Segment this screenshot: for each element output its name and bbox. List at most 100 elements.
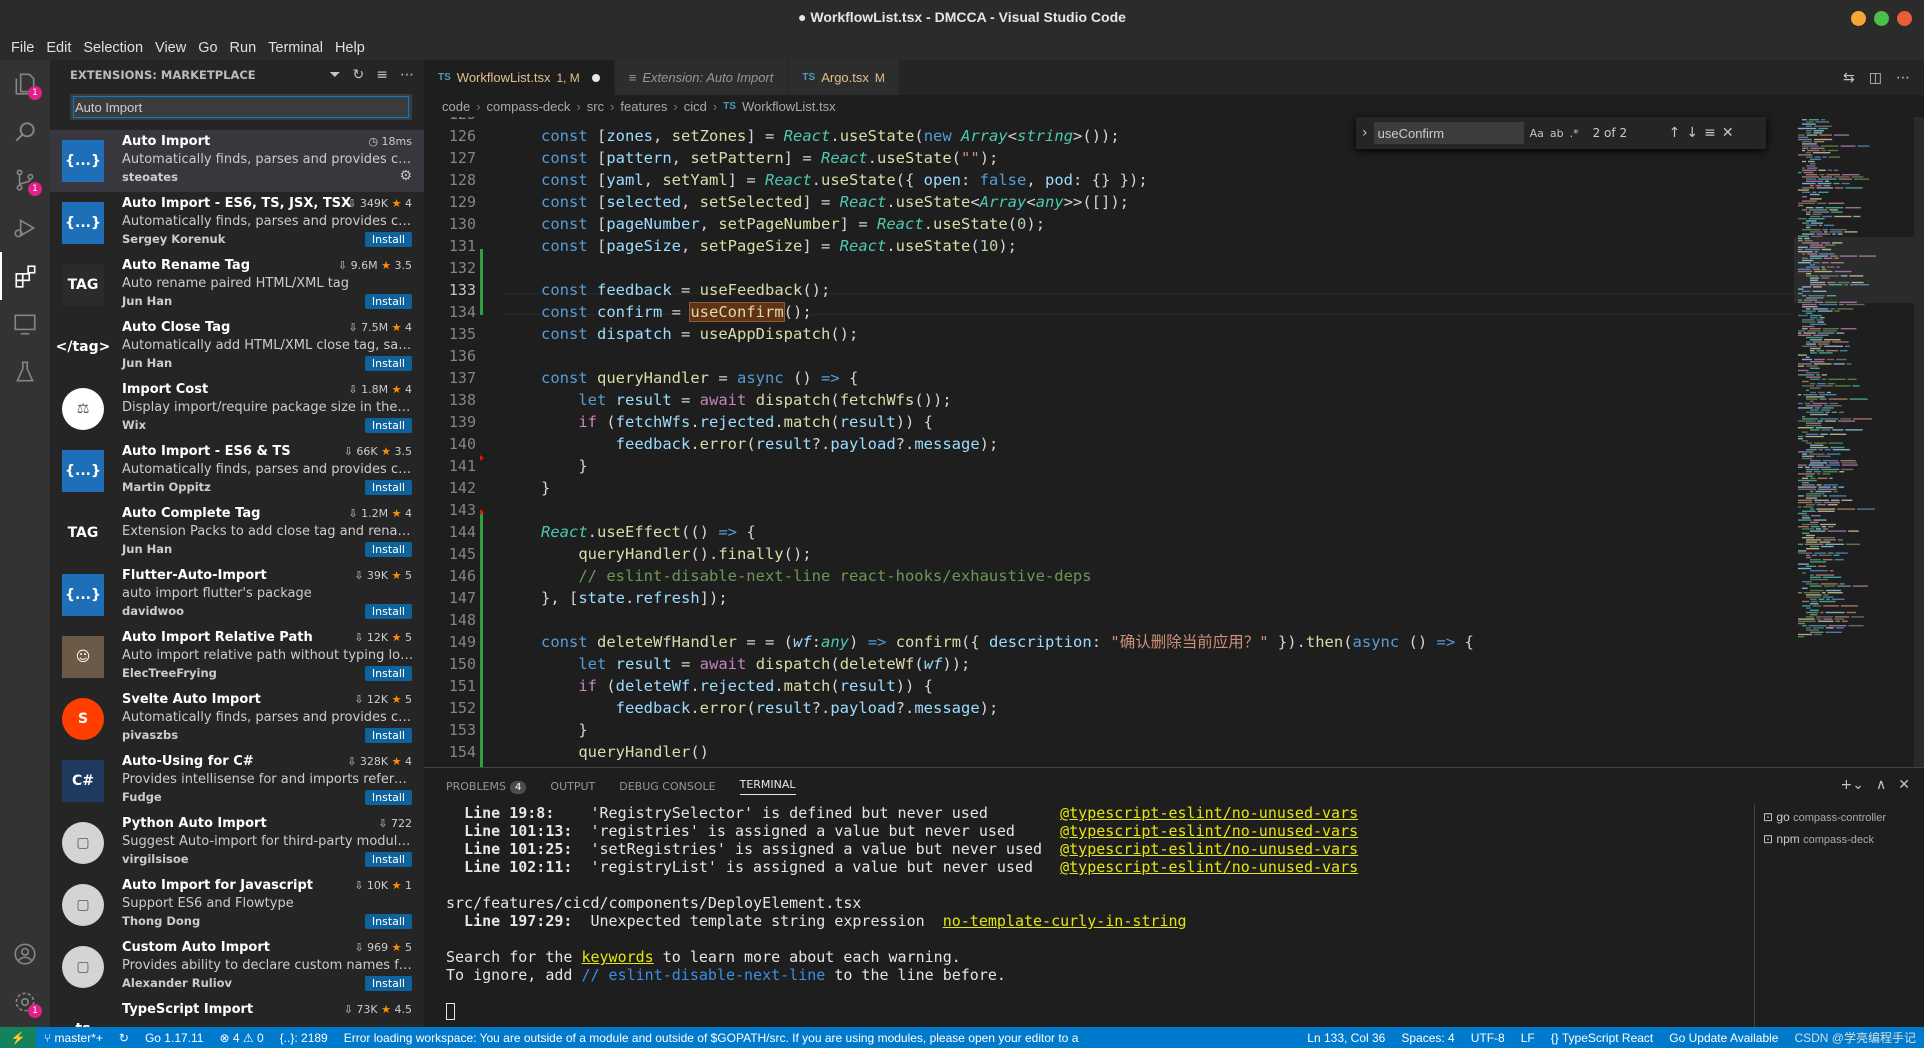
install-button[interactable]: Install	[364, 294, 412, 309]
extension-item[interactable]: </tag> Auto Close Tag Automatically add HT…	[50, 316, 424, 378]
brace-count[interactable]: {..}: 2189	[272, 1031, 336, 1045]
toggle-replace-icon[interactable]: ›	[1362, 125, 1368, 141]
install-button[interactable]: Install	[364, 542, 412, 557]
menu-file[interactable]: File	[6, 40, 39, 56]
install-button[interactable]: Install	[364, 418, 412, 433]
rule-link[interactable]: @typescript-eslint/no-unused-vars	[1060, 858, 1358, 876]
tab-extension-auto-import[interactable]: ≡ Extension: Auto Import	[614, 60, 789, 95]
maximize-button[interactable]	[1874, 11, 1889, 26]
regex-toggle[interactable]: .*	[1570, 127, 1579, 140]
extension-item[interactable]: {...} Auto Import - ES6 & TS Automatically…	[50, 440, 424, 502]
install-button[interactable]: Install	[364, 976, 412, 991]
new-terminal-icon[interactable]: +⌄	[1841, 777, 1864, 793]
extensions-button[interactable]	[0, 252, 50, 300]
find-input[interactable]	[1373, 122, 1524, 144]
language-mode[interactable]: {} TypeScript React	[1543, 1031, 1662, 1045]
extension-item[interactable]: TAG Auto Rename Tag Auto rename paired HTM…	[50, 254, 424, 316]
editor-scrollbar[interactable]	[1914, 117, 1924, 767]
menu-view[interactable]: View	[150, 40, 191, 56]
close-icon[interactable]: ✕	[1722, 125, 1734, 141]
gear-icon[interactable]: ⚙	[399, 168, 412, 184]
whole-word-toggle[interactable]: ab	[1550, 127, 1564, 140]
code-editor[interactable]: 125 126 127 128 129 130 131 132 133 134 135 136 137 1…	[424, 117, 1794, 767]
extension-item[interactable]: ☺ Auto Import Relative Path Auto import re…	[50, 626, 424, 688]
rule-link[interactable]: @typescript-eslint/no-unused-vars	[1060, 804, 1358, 822]
remote-explorer-button[interactable]	[0, 300, 50, 348]
extension-item[interactable]: {...} Auto Import - ES6, TS, JSX, TSX Auto…	[50, 192, 424, 254]
menu-help[interactable]: Help	[330, 40, 370, 56]
sync-icon[interactable]: ↻	[111, 1031, 137, 1045]
breadcrumb-item[interactable]: compass-deck	[487, 99, 571, 114]
tab-argo[interactable]: TS Argo.tsx M	[788, 60, 900, 95]
filter-icon[interactable]: ⏷	[329, 67, 340, 83]
more-actions-icon[interactable]: ⋯	[1896, 70, 1910, 86]
tab-debug-console[interactable]: DEBUG CONSOLE	[619, 780, 715, 793]
install-button[interactable]: Install	[364, 480, 412, 495]
breadcrumb-item[interactable]: features	[620, 99, 667, 114]
minimap[interactable]	[1794, 117, 1914, 767]
rule-link[interactable]: @typescript-eslint/no-unused-vars	[1060, 822, 1358, 840]
install-button[interactable]: Install	[364, 728, 412, 743]
go-update[interactable]: Go Update Available	[1661, 1031, 1786, 1045]
close-button[interactable]	[1897, 11, 1912, 26]
menu-selection[interactable]: Selection	[78, 40, 148, 56]
install-button[interactable]: Install	[364, 356, 412, 371]
tab-problems[interactable]: PROBLEMS 4	[446, 780, 527, 794]
compare-icon[interactable]: ⇆	[1843, 70, 1855, 86]
install-button[interactable]: Install	[364, 232, 412, 247]
encoding[interactable]: UTF-8	[1463, 1031, 1513, 1045]
menu-run[interactable]: Run	[225, 40, 262, 56]
tab-output[interactable]: OUTPUT	[550, 780, 595, 793]
accounts-button[interactable]	[0, 930, 50, 978]
testing-button[interactable]	[0, 348, 50, 396]
extension-item[interactable]: ▢ Custom Auto Import Provides ability to d…	[50, 936, 424, 998]
find-in-selection-icon[interactable]: ≡	[1704, 125, 1716, 141]
rule-link[interactable]: @typescript-eslint/no-unused-vars	[1060, 840, 1358, 858]
minimize-button[interactable]	[1851, 11, 1866, 26]
menu-go[interactable]: Go	[193, 40, 222, 56]
split-editor-icon[interactable]: ◫	[1869, 70, 1882, 86]
install-button[interactable]: Install	[364, 914, 412, 929]
git-branch[interactable]: ⑂ master*+	[36, 1031, 111, 1045]
menu-terminal[interactable]: Terminal	[263, 40, 328, 56]
extension-search-input[interactable]	[73, 96, 409, 118]
breadcrumb-item[interactable]: WorkflowList.tsx	[742, 99, 836, 114]
match-case-toggle[interactable]: Aa	[1530, 127, 1544, 140]
extension-item[interactable]: ▢ Auto Import for Javascript Support ES6 a…	[50, 874, 424, 936]
cursor-position[interactable]: Ln 133, Col 36	[1299, 1031, 1393, 1045]
install-button[interactable]: Install	[364, 852, 412, 867]
extension-item[interactable]: {...} Flutter-Auto-Import auto import flut…	[50, 564, 424, 626]
rule-link[interactable]: no-template-curly-in-string	[943, 912, 1187, 930]
extension-item[interactable]: S Svelte Auto Import Automatically finds, …	[50, 688, 424, 750]
problems-status[interactable]: ⊗ 4 ⚠ 0	[211, 1031, 271, 1045]
extension-item[interactable]: ts TypeScript Import ⇩ 73K ★ 4.5	[50, 998, 424, 1027]
explorer-button[interactable]: 1	[0, 60, 50, 108]
terminal-output[interactable]: Line 19:8: 'RegistrySelector' is defined…	[446, 804, 1746, 1020]
breadcrumb-item[interactable]: code	[442, 99, 470, 114]
breadcrumb-item[interactable]: src	[587, 99, 604, 114]
menu-edit[interactable]: Edit	[41, 40, 76, 56]
extension-item[interactable]: {...} Auto Import Automatically finds, par…	[50, 130, 424, 192]
refresh-icon[interactable]: ↻	[353, 67, 365, 83]
remote-indicator[interactable]: ⚡	[0, 1027, 36, 1048]
tab-terminal[interactable]: TERMINAL	[739, 778, 796, 795]
extension-item[interactable]: TAG Auto Complete Tag Extension Packs to a…	[50, 502, 424, 564]
keywords-link[interactable]: keywords	[581, 948, 653, 966]
run-debug-button[interactable]	[0, 204, 50, 252]
end-of-line[interactable]: LF	[1513, 1031, 1543, 1045]
status-message[interactable]: Error loading workspace: You are outside…	[336, 1031, 1300, 1045]
more-icon[interactable]: ⋯	[400, 67, 414, 83]
unsaved-dot-icon[interactable]	[591, 73, 600, 82]
search-button[interactable]	[0, 108, 50, 156]
terminal-item[interactable]: ⊡ go compass-controller	[1763, 806, 1916, 828]
close-panel-icon[interactable]: ✕	[1898, 777, 1910, 793]
terminal-item[interactable]: ⊡ npm compass-deck	[1763, 828, 1916, 850]
clear-icon[interactable]: ≡	[376, 67, 388, 83]
install-button[interactable]: Install	[364, 790, 412, 805]
extension-item[interactable]: ⚖ Import Cost Display import/require packa…	[50, 378, 424, 440]
go-version[interactable]: Go 1.17.11	[137, 1031, 212, 1045]
manage-button[interactable]: 1	[0, 978, 50, 1026]
tab-workflowlist[interactable]: TS WorkflowList.tsx 1, M	[424, 60, 615, 95]
install-button[interactable]: Install	[364, 666, 412, 681]
maximize-panel-icon[interactable]: ∧	[1876, 777, 1886, 793]
